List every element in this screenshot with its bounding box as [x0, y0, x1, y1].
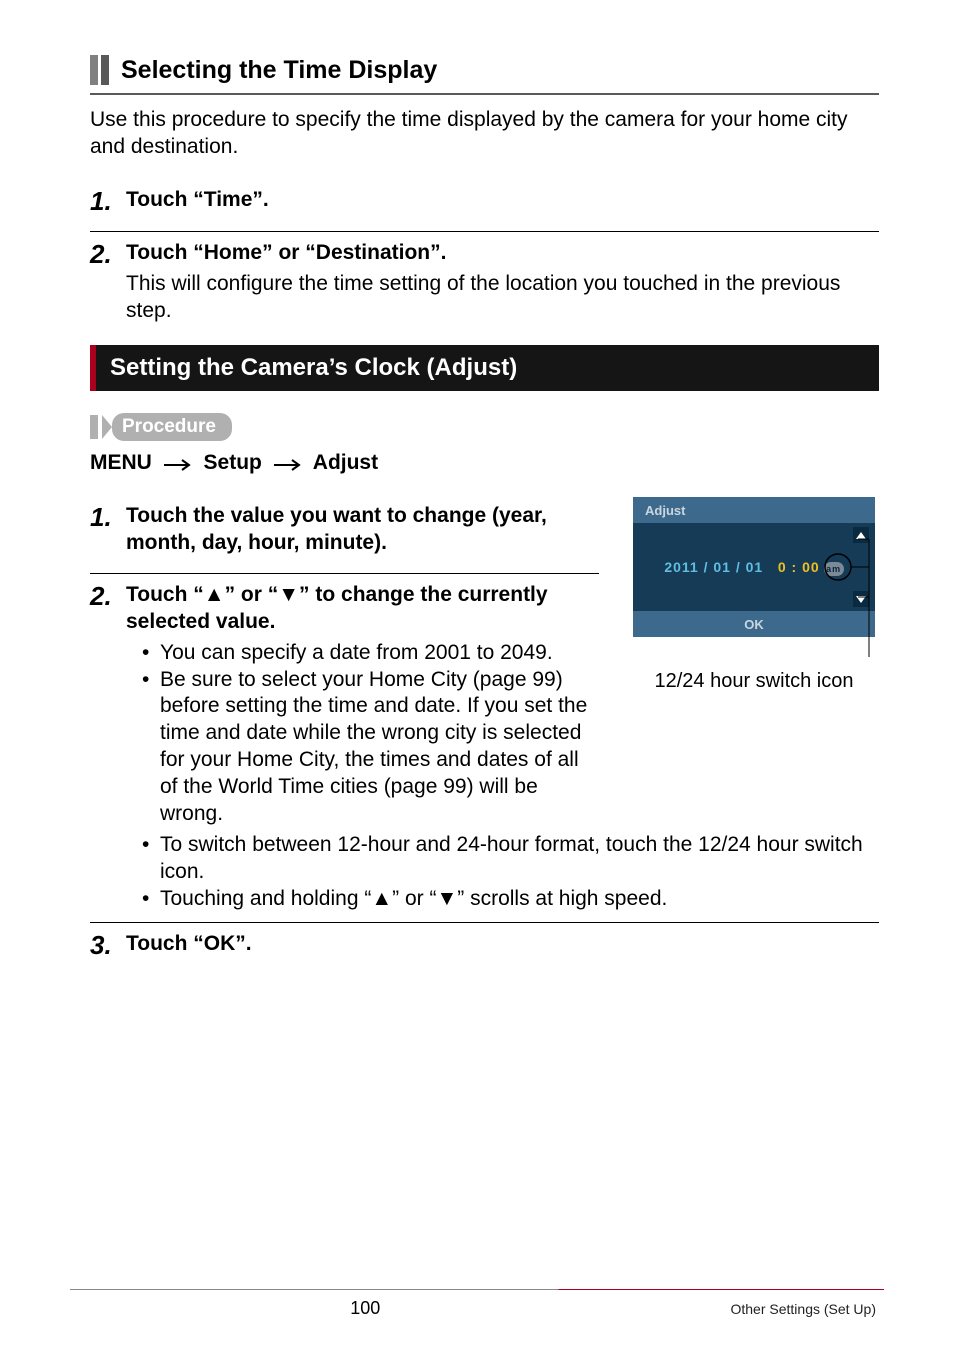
step-title-part: ” or “ [225, 583, 279, 606]
intro-paragraph: Use this procedure to specify the time d… [90, 107, 879, 161]
screenshot-title: Adjust [633, 497, 875, 523]
procedure-arrow-icon [102, 415, 112, 439]
screenshot-column: Adjust 2011 / 01 / 01 0 : 00 am OK [629, 495, 879, 693]
step-number: 3. [90, 931, 126, 960]
bullet-item: You can specify a date from 2001 to 2049… [142, 640, 599, 667]
step-title: Touch the value you want to change (year… [126, 503, 599, 557]
triangle-up-icon: ▲ [204, 583, 225, 606]
heading-bar-light [90, 55, 98, 85]
heading-underline [90, 93, 879, 95]
camera-screenshot: Adjust 2011 / 01 / 01 0 : 00 am OK [633, 497, 875, 637]
step-number: 2. [90, 240, 126, 269]
heading-bar-dark [101, 55, 109, 85]
triangle-up-icon: ▲ [371, 887, 392, 910]
step-b3: 3. Touch “OK”. [90, 922, 879, 960]
footer-section-name: Other Settings (Set Up) [730, 1301, 876, 1317]
page-footer: 100 Other Settings (Set Up) [0, 1289, 954, 1319]
procedure-label: Procedure [112, 413, 232, 441]
bullet-item: Touching and holding “▲” or “▼” scrolls … [142, 886, 879, 913]
step-number: 1. [90, 503, 126, 532]
proc-part-setup: Setup [204, 451, 262, 474]
callout-label: 12/24 hour switch icon [629, 670, 879, 693]
screenshot-mid: 2011 / 01 / 01 0 : 00 am [633, 523, 875, 611]
step-a1: 1. Touch “Time”. [90, 179, 879, 226]
screenshot-datetime: 2011 / 01 / 01 0 : 00 am [664, 559, 843, 576]
step-title: Touch “▲” or “▼” to change the currently… [126, 582, 599, 636]
step-number: 1. [90, 187, 126, 216]
bullet-item: To switch between 12-hour and 24-hour fo… [142, 832, 879, 886]
section-heading: Setting the Camera’s Clock (Adjust) [90, 345, 879, 391]
step-b1: 1. Touch the value you want to change (y… [90, 495, 599, 567]
arrow-right-icon [274, 451, 302, 475]
footer-rule [70, 1289, 884, 1290]
triangle-up-icon [856, 532, 866, 539]
screenshot-up-button[interactable] [853, 527, 869, 543]
bullet-item: Be sure to select your Home City (page 9… [142, 667, 599, 828]
arrow-right-icon [164, 451, 192, 475]
step-title: Touch “Time”. [126, 187, 269, 214]
page-number: 100 [0, 1298, 730, 1319]
procedure-path: MENU Setup Adjust [90, 451, 879, 475]
screenshot-ampm-switch[interactable]: am [824, 562, 844, 576]
subsection-heading: Selecting the Time Display [121, 56, 437, 85]
proc-part-menu: MENU [90, 451, 152, 474]
step-number: 2. [90, 582, 126, 611]
step-a2: 2. Touch “Home” or “Destination”. This w… [90, 231, 879, 324]
screenshot-down-button[interactable] [853, 591, 869, 607]
triangle-down-icon: ▼ [278, 583, 299, 606]
procedure-label-row: Procedure [90, 413, 879, 441]
screenshot-time: 0 : 00 [778, 559, 820, 575]
step-b2: 2. Touch “▲” or “▼” to change the curren… [90, 573, 599, 828]
step-title-part: Touch “ [126, 583, 204, 606]
step-title: Touch “OK”. [126, 931, 252, 958]
screenshot-date: 2011 / 01 / 01 [664, 559, 763, 575]
step-title: Touch “Home” or “Destination”. [126, 240, 446, 267]
triangle-down-icon: ▼ [436, 887, 457, 910]
bullet-text-part: ” scrolls at high speed. [457, 887, 667, 910]
subsection-heading-row: Selecting the Time Display [90, 55, 879, 85]
screenshot-ok-button[interactable]: OK [633, 611, 875, 637]
bullet-text-part: Touching and holding “ [160, 887, 371, 910]
triangle-down-icon [856, 596, 866, 603]
procedure-bar [90, 415, 98, 439]
bullet-text-part: ” or “ [392, 887, 436, 910]
proc-part-adjust: Adjust [313, 451, 378, 474]
step-body: This will configure the time setting of … [126, 271, 879, 325]
